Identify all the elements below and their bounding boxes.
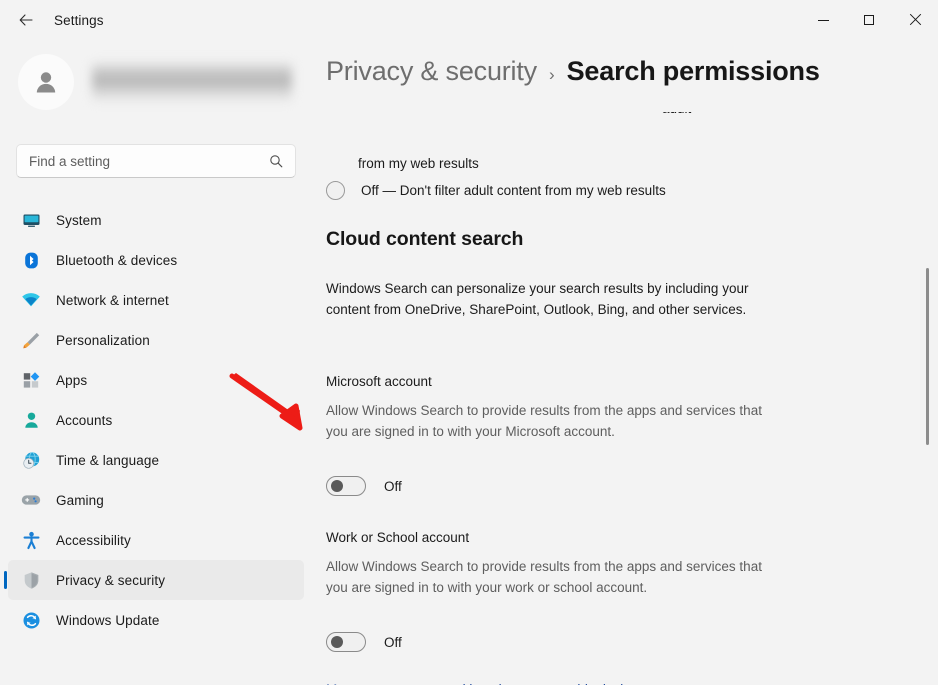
windows-update-icon (20, 609, 42, 631)
page-title: Search permissions (567, 56, 820, 87)
microsoft-account-toggle-row[interactable]: Off (326, 476, 402, 496)
content-pane: Privacy & security › Search permissions … (312, 40, 938, 685)
close-button[interactable] (892, 0, 938, 40)
work-school-account-title: Work or School account (326, 530, 469, 545)
sidebar-item-label: Windows Update (56, 613, 159, 628)
back-arrow-icon (18, 12, 34, 28)
accounts-icon (20, 409, 42, 431)
sidebar-item-personalization[interactable]: Personalization (8, 320, 304, 360)
app-title: Settings (54, 13, 104, 28)
section-description: Windows Search can personalize your sear… (326, 278, 781, 320)
gaming-icon (20, 489, 42, 511)
radio-button[interactable] (326, 181, 345, 200)
person-icon (31, 67, 61, 97)
network-icon (20, 289, 42, 311)
sidebar: Find a setting System (0, 40, 312, 685)
back-button[interactable] (10, 5, 42, 35)
account-name-redacted (92, 62, 292, 102)
accessibility-icon (20, 529, 42, 551)
sidebar-item-label: System (56, 213, 102, 228)
title-bar: Settings (0, 0, 938, 40)
sidebar-item-label: Accessibility (56, 533, 131, 548)
maximize-icon (864, 15, 874, 25)
sidebar-item-label: Time & language (56, 453, 159, 468)
shield-icon (20, 569, 42, 591)
personalization-icon (20, 329, 42, 351)
safesearch-off-option[interactable]: Off — Don't filter adult content from my… (326, 181, 916, 200)
sidebar-item-bluetooth-devices[interactable]: Bluetooth & devices (8, 240, 304, 280)
breadcrumb-parent[interactable]: Privacy & security (326, 56, 537, 87)
microsoft-account-toggle[interactable] (326, 476, 366, 496)
search-input[interactable]: Find a setting (16, 144, 296, 178)
sidebar-item-time-language[interactable]: Time & language (8, 440, 304, 480)
clipped-line: from my web results (358, 156, 479, 171)
bluetooth-icon (20, 249, 42, 271)
sidebar-item-label: Bluetooth & devices (56, 253, 177, 268)
vertical-scrollbar[interactable] (922, 148, 934, 685)
toggle-knob (331, 480, 343, 492)
sidebar-item-accounts[interactable]: Accounts (8, 400, 304, 440)
apps-icon (20, 369, 42, 391)
microsoft-account-toggle-state: Off (384, 479, 402, 494)
sidebar-item-system[interactable]: System (8, 200, 304, 240)
settings-scroll-area: adult from my web results Off — Don't fi… (312, 108, 938, 685)
sidebar-item-label: Gaming (56, 493, 104, 508)
time-language-icon (20, 449, 42, 471)
work-school-account-toggle[interactable] (326, 632, 366, 652)
sidebar-item-label: Personalization (56, 333, 150, 348)
window-controls (800, 0, 938, 40)
maximize-button[interactable] (846, 0, 892, 40)
sidebar-item-label: Apps (56, 373, 87, 388)
sidebar-item-label: Network & internet (56, 293, 169, 308)
sidebar-item-windows-update[interactable]: Windows Update (8, 600, 304, 640)
sidebar-item-network-internet[interactable]: Network & internet (8, 280, 304, 320)
radio-label: Off — Don't filter adult content from my… (361, 183, 666, 198)
work-school-account-description: Allow Windows Search to provide results … (326, 556, 778, 598)
search-icon (269, 154, 283, 168)
section-heading-cloud-content-search: Cloud content search (326, 228, 523, 251)
breadcrumb-separator-icon: › (549, 65, 555, 85)
breadcrumb: Privacy & security › Search permissions (326, 56, 820, 87)
sidebar-item-label: Accounts (56, 413, 112, 428)
sidebar-item-label: Privacy & security (56, 573, 165, 588)
avatar (18, 54, 74, 110)
microsoft-account-description: Allow Windows Search to provide results … (326, 400, 778, 442)
toggle-knob (331, 636, 343, 648)
sidebar-item-privacy-security[interactable]: Privacy & security (8, 560, 304, 600)
system-icon (20, 209, 42, 231)
minimize-icon (818, 20, 829, 21)
settings-window: Settings Find a setting (0, 0, 938, 685)
work-school-account-toggle-state: Off (384, 635, 402, 650)
scrollbar-thumb[interactable] (926, 268, 929, 445)
clipped-fragment-text: adult (662, 112, 691, 116)
minimize-button[interactable] (800, 0, 846, 40)
sidebar-item-gaming[interactable]: Gaming (8, 480, 304, 520)
microsoft-account-title: Microsoft account (326, 374, 432, 389)
sidebar-item-accessibility[interactable]: Accessibility (8, 520, 304, 560)
clipped-text-fragment: adult (662, 112, 692, 118)
sidebar-nav: System Bluetooth & devices (8, 200, 304, 640)
sidebar-item-apps[interactable]: Apps (8, 360, 304, 400)
work-school-account-toggle-row[interactable]: Off (326, 632, 402, 652)
search-placeholder: Find a setting (29, 154, 269, 169)
user-profile[interactable] (0, 40, 312, 110)
close-icon (909, 14, 921, 26)
